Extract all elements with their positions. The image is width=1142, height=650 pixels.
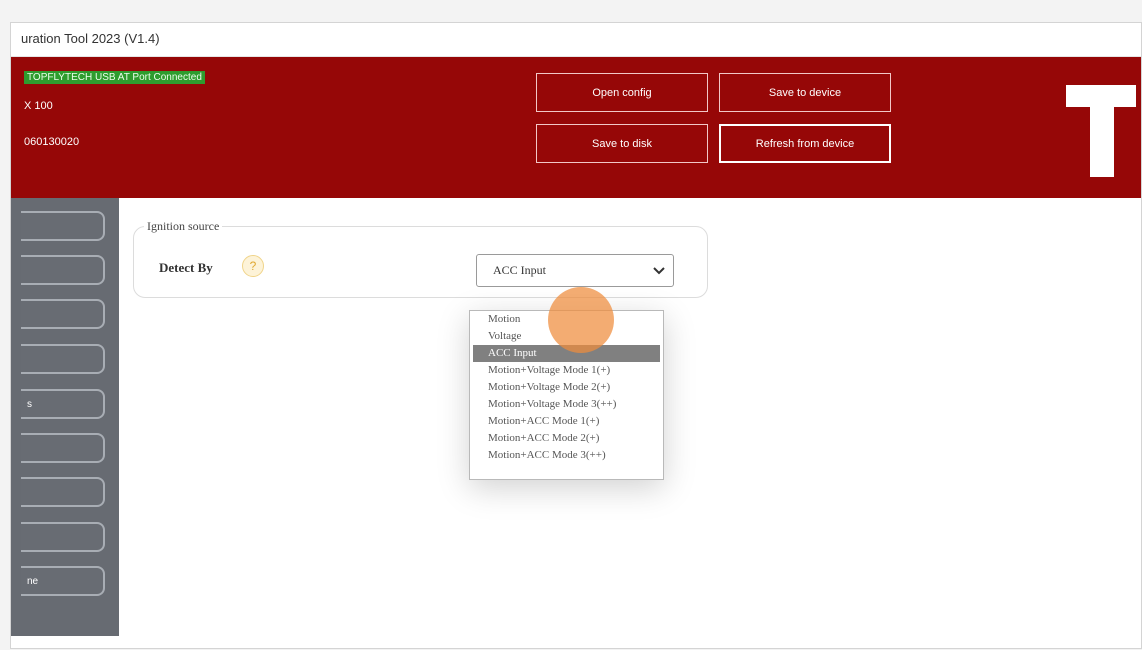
window-title: uration Tool 2023 (V1.4) xyxy=(21,31,160,46)
header-bar: TOPFLYTECH USB AT Port Connected X 100 0… xyxy=(11,57,1141,198)
sidebar-item[interactable]: s xyxy=(21,389,105,419)
save-to-disk-button[interactable]: Save to disk xyxy=(536,124,708,163)
detect-by-label: Detect By xyxy=(159,260,213,275)
sidebar-item[interactable] xyxy=(21,299,105,329)
device-serial: 060130020 xyxy=(24,136,80,148)
dropdown-option[interactable]: Motion+Voltage Mode 3(++) xyxy=(470,396,663,413)
ignition-source-group: Ignition source Detect By ? ACC Input xyxy=(133,219,708,298)
sidebar-item[interactable] xyxy=(21,255,105,285)
sidebar-item[interactable] xyxy=(21,344,105,374)
sidebar-item[interactable] xyxy=(21,211,105,241)
dropdown-option[interactable]: Motion+ACC Mode 2(+) xyxy=(470,430,663,447)
connection-status: TOPFLYTECH USB AT Port Connected xyxy=(24,71,205,84)
help-icon[interactable]: ? xyxy=(242,255,264,277)
title-bar: uration Tool 2023 (V1.4) xyxy=(11,23,1141,57)
main-content: Ignition source Detect By ? ACC Input Mo… xyxy=(119,198,1141,648)
save-to-device-button[interactable]: Save to device xyxy=(719,73,891,112)
detect-by-select[interactable]: ACC Input xyxy=(476,254,674,287)
sidebar-item[interactable] xyxy=(21,433,105,463)
device-model: X 100 xyxy=(24,100,53,112)
sidebar-item[interactable] xyxy=(21,477,105,507)
sidebar-item[interactable] xyxy=(21,522,105,552)
cursor-click-indicator xyxy=(548,287,614,353)
dropdown-option[interactable]: Motion+Voltage Mode 1(+) xyxy=(470,362,663,379)
open-config-button[interactable]: Open config xyxy=(536,73,708,112)
dropdown-option[interactable]: Motion+Voltage Mode 2(+) xyxy=(470,379,663,396)
group-title: Ignition source xyxy=(144,219,223,234)
chevron-down-icon xyxy=(653,267,665,275)
refresh-from-device-button[interactable]: Refresh from device xyxy=(719,124,891,163)
dropdown-option[interactable]: Motion+ACC Mode 1(+) xyxy=(470,413,663,430)
sidebar: s ne xyxy=(11,198,119,636)
brand-logo xyxy=(1066,85,1136,177)
select-value: ACC Input xyxy=(493,263,547,277)
dropdown-option[interactable]: Motion+ACC Mode 3(++) xyxy=(470,447,663,464)
sidebar-item[interactable]: ne xyxy=(21,566,105,596)
